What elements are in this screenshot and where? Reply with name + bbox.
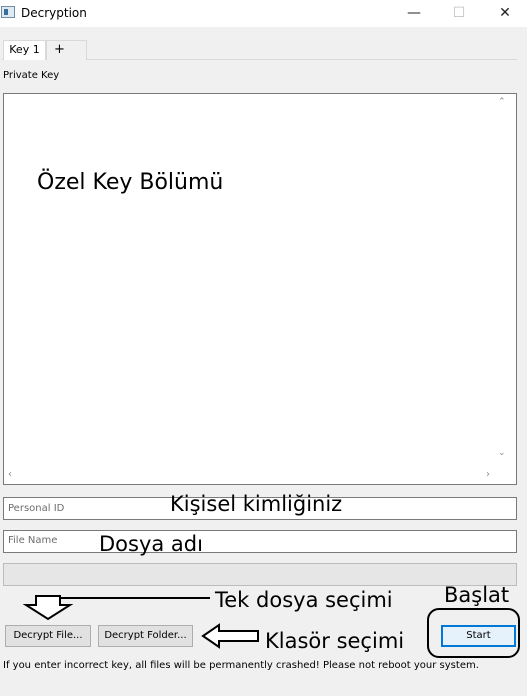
warning-message: If you enter incorrect key, all files wi… [3, 660, 479, 671]
window-title: Decryption [21, 6, 87, 20]
file-name-annotation: Dosya adı [99, 532, 203, 556]
close-button[interactable]: ✕ [483, 0, 527, 26]
single-file-annotation: Tek dosya seçimi [215, 588, 393, 612]
tab-key-1[interactable]: Key 1 [3, 40, 46, 60]
decrypt-file-button[interactable]: Decrypt File... [5, 625, 91, 647]
file-name-placeholder: File Name [8, 535, 58, 546]
down-arrow-icon [22, 595, 74, 621]
private-key-label: Private Key [3, 70, 60, 81]
progress-bar [3, 563, 517, 586]
personal-id-annotation: Kişisel kimliğiniz [170, 492, 343, 516]
scroll-right-arrow-icon[interactable]: › [486, 469, 490, 480]
add-tab-button[interactable]: + [46, 40, 87, 60]
scroll-down-arrow-icon[interactable]: ⌄ [498, 448, 506, 458]
personal-id-placeholder: Personal ID [8, 503, 65, 514]
scroll-left-arrow-icon[interactable]: ‹ [8, 469, 12, 480]
file-name-input[interactable]: File Name [3, 530, 517, 553]
app-icon [1, 6, 15, 18]
minimize-button[interactable]: — [392, 0, 436, 26]
folder-annotation: Klasör seçimi [265, 629, 405, 653]
private-key-textarea[interactable] [3, 93, 517, 485]
private-key-annotation: Özel Key Bölümü [37, 170, 224, 195]
decrypt-folder-button[interactable]: Decrypt Folder... [98, 625, 193, 647]
maximize-button[interactable]: ☐ [437, 0, 481, 26]
start-annotation: Başlat [444, 583, 510, 607]
left-arrow-icon [201, 623, 259, 649]
scroll-up-arrow-icon[interactable]: ⌃ [498, 97, 506, 107]
start-button[interactable]: Start [441, 625, 516, 647]
